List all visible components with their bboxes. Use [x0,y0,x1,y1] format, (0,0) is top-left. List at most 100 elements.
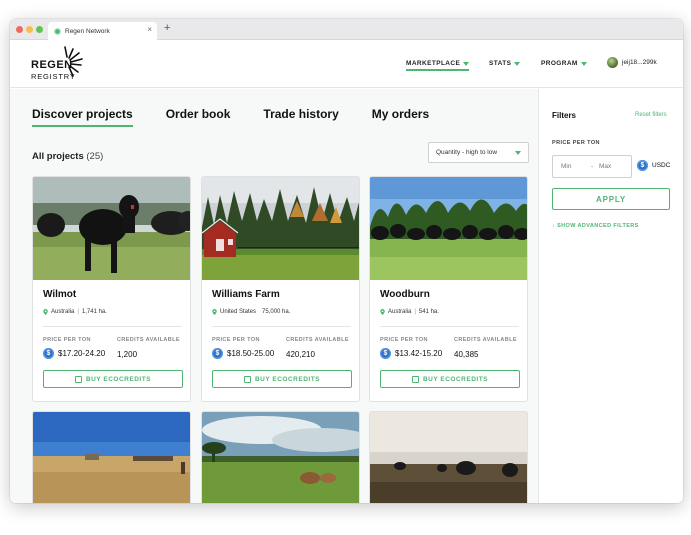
project-country: Australia [51,309,75,315]
range-dash: - [591,163,594,170]
show-advanced-filters-link[interactable]: ↓ SHOW ADVANCED FILTERS [552,223,639,229]
project-card-row2-2[interactable] [201,411,360,503]
usdc-coin-icon: $ [212,348,223,359]
projects-count-label: All projects [32,151,84,162]
divider [212,326,351,327]
credits-value: 40,385 [454,350,479,359]
account-address[interactable]: jeij18...299k [622,59,657,66]
buy-ecocredits-button[interactable]: BUY ECOCREDITS [380,370,520,388]
close-window-button[interactable] [16,26,23,33]
marketplace-main: Discover projects Order book Trade histo… [10,89,538,503]
divider [380,326,519,327]
max-price-input[interactable]: Max [599,163,611,170]
project-country: United States [220,309,257,315]
project-card-woodburn[interactable]: Woodburn Australia | 541 ha. PRICE PER T… [369,176,528,402]
chevron-down-icon [514,61,521,66]
min-price-input[interactable]: Min [561,163,571,170]
regen-registry-logo[interactable]: REGEN REGISTRY [31,46,91,84]
nav-marketplace[interactable]: MARKETPLACE [406,60,470,71]
location-separator: | [414,309,416,315]
usdc-coin-icon: $ [380,348,391,359]
cart-icon [74,375,82,383]
nav-marketplace-label: MARKETPLACE [406,60,461,67]
project-image-dry-paddock [33,412,190,503]
tab-discover-projects[interactable]: Discover projects [32,107,133,127]
credits-value: 1,200 [117,350,138,359]
price-value: $13.42-15.20 [395,349,443,358]
reset-filters-link[interactable]: Reset filters [635,112,667,118]
project-name: Wilmot [43,289,77,300]
buy-ecocredits-button[interactable]: BUY ECOCREDITS [212,370,352,388]
cart-icon [411,375,419,383]
cart-icon [243,375,251,383]
usdc-coin-icon: $ [43,348,54,359]
project-image-herd-field [370,177,527,280]
project-image-sunset-herd [370,412,527,503]
price-value: $18.50-25.00 [227,349,275,358]
project-name: Woodburn [380,289,430,300]
buy-ecocredits-label: BUY ECOCREDITS [422,375,489,383]
location-pin-icon [212,309,217,315]
filters-title: Filters [552,111,577,120]
credits-label: CREDITS AVAILABLE [117,337,180,343]
nav-program[interactable]: PROGRAM [541,60,587,67]
sort-select[interactable]: Quantity - high to low [428,142,529,163]
buy-ecocredits-label: BUY ECOCREDITS [85,375,152,383]
project-card-williams-farm[interactable]: Williams Farm United States 75,000 ha. P… [201,176,360,402]
nav-stats-label: STATS [489,60,512,67]
credits-label: CREDITS AVAILABLE [286,337,349,343]
project-location: United States 75,000 ha. [212,309,290,315]
apply-button[interactable]: APPLY [552,188,670,210]
usdc-coin-icon: $ [637,160,648,171]
marketplace-tabs: Discover projects Order book Trade histo… [32,107,462,127]
browser-tab-title: Regen Network [65,27,110,35]
price-range-input[interactable]: Min - Max [552,155,632,178]
location-separator: | [77,309,79,315]
projects-count-number: (25) [86,151,104,162]
location-pin-icon [43,309,48,315]
price-label: PRICE PER TON [380,337,428,343]
new-tab-icon[interactable]: + [164,22,170,34]
project-card-wilmot[interactable]: Wilmot Australia | 1,741 ha. PRICE PER T… [32,176,191,402]
project-card-row2-3[interactable] [369,411,528,503]
logo-text-registry: REGISTRY [31,72,76,81]
tab-my-orders[interactable]: My orders [372,107,429,127]
project-area: 75,000 ha. [262,309,291,315]
chevron-down-icon [515,151,521,155]
project-area: 1,741 ha. [81,309,107,315]
project-price: $ $18.50-25.00 [212,348,274,359]
tab-order-book[interactable]: Order book [166,107,231,127]
price-label: PRICE PER TON [43,337,91,343]
sort-select-value: Quantity - high to low [436,149,498,156]
project-country: Australia [388,309,412,315]
project-card-row2-1[interactable] [32,411,191,503]
currency-indicator: $ USDC [637,160,670,171]
location-pin-icon [380,309,385,315]
credits-value: 420,210 [286,350,315,359]
project-location: Australia | 1,741 ha. [43,309,107,315]
divider [43,326,182,327]
project-location: Australia | 541 ha. [380,309,439,315]
browser-window: Regen Network × + REGEN REGISTRY MARKETP… [10,19,683,503]
close-tab-icon[interactable]: × [147,25,152,34]
price-value: $17.20-24.20 [58,349,106,358]
project-area: 541 ha. [418,309,439,315]
avatar[interactable] [607,57,618,68]
chevron-down-icon [463,61,470,66]
chevron-down-icon [580,61,587,66]
buy-ecocredits-button[interactable]: BUY ECOCREDITS [43,370,183,388]
project-image-savanna [202,412,359,503]
nav-program-label: PROGRAM [541,60,578,67]
browser-chrome: Regen Network × + [10,19,683,40]
project-name: Williams Farm [212,289,280,300]
projects-count: All projects (25) [32,151,103,162]
minimize-window-button[interactable] [26,26,33,33]
tab-trade-history[interactable]: Trade history [263,107,338,127]
stage: Regen Network × + REGEN REGISTRY MARKETP… [0,0,691,535]
maximize-window-button[interactable] [36,26,43,33]
credits-label: CREDITS AVAILABLE [454,337,517,343]
nav-stats[interactable]: STATS [489,60,521,67]
buy-ecocredits-label: BUY ECOCREDITS [254,375,321,383]
project-price: $ $17.20-24.20 [43,348,105,359]
browser-tab[interactable]: Regen Network × [48,22,157,40]
